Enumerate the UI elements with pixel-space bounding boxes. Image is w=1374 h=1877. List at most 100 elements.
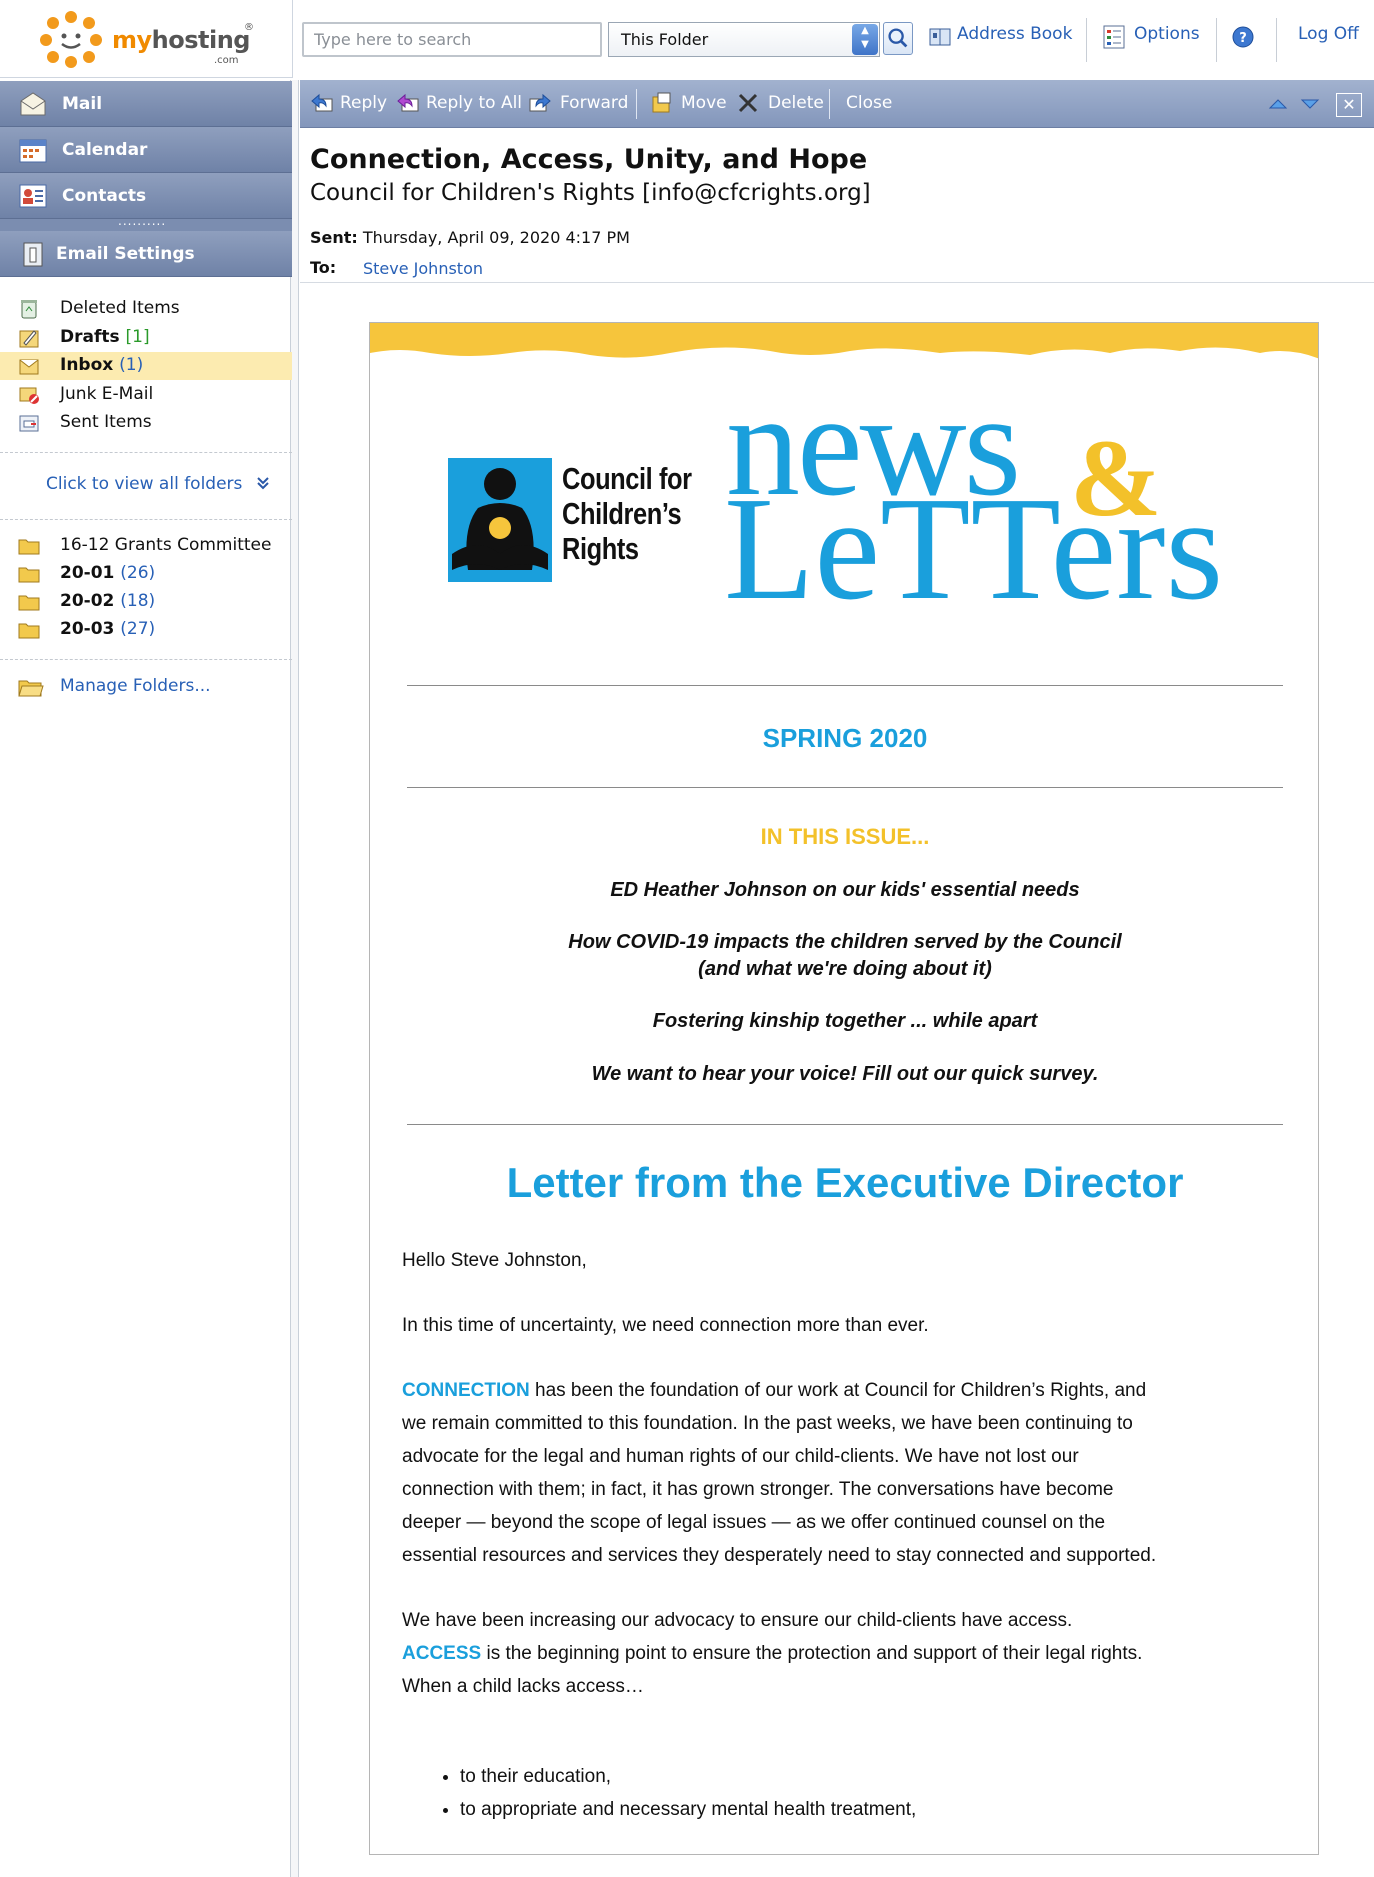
folder-icon bbox=[18, 567, 40, 583]
nav-calendar[interactable]: Calendar bbox=[0, 127, 292, 173]
view-all-folders-link[interactable]: Click to view all folders bbox=[46, 474, 270, 494]
reply-all-button[interactable]: Reply to All bbox=[426, 93, 522, 113]
folder-label: 16-12 Grants Committee bbox=[60, 535, 272, 555]
list-item: to appropriate and necessary mental heal… bbox=[460, 1793, 916, 1826]
options-link[interactable]: Options bbox=[1134, 24, 1200, 44]
issue-item[interactable]: How COVID-19 impacts the children served… bbox=[370, 929, 1318, 956]
folder-16-12-grants[interactable]: 16-12 Grants Committee bbox=[0, 532, 292, 560]
issue-item[interactable]: ED Heather Johnson on our kids' essentia… bbox=[370, 877, 1318, 904]
folder-icon bbox=[18, 539, 40, 555]
view-all-label: Click to view all folders bbox=[46, 474, 243, 494]
top-bar: myhosting ® .com This Folder ▲▼ Address … bbox=[0, 0, 1374, 80]
contacts-icon bbox=[19, 184, 47, 208]
folder-label: 20-01 (26) bbox=[60, 563, 156, 583]
sent-line: Sent: Thursday, April 09, 2020 4:17 PM bbox=[310, 228, 630, 247]
message-from: Council for Children's Rights [info@cfcr… bbox=[310, 180, 871, 206]
bullet-list: to their education, to appropriate and n… bbox=[402, 1760, 916, 1826]
divider bbox=[0, 659, 292, 660]
forward-button[interactable]: Forward bbox=[560, 93, 628, 113]
divider bbox=[1086, 18, 1087, 62]
reply-button[interactable]: Reply bbox=[340, 93, 387, 113]
reply-icon bbox=[311, 93, 333, 112]
keyword-access: ACCESS bbox=[402, 1643, 482, 1664]
search-input[interactable] bbox=[302, 22, 602, 57]
search-scope-value: This Folder bbox=[621, 30, 709, 49]
folder-junk-email[interactable]: Junk E-Mail bbox=[0, 381, 292, 409]
folder-label: Drafts [1] bbox=[60, 327, 150, 347]
folder-label: Inbox (1) bbox=[60, 355, 144, 375]
delete-icon bbox=[738, 93, 758, 113]
drafts-icon bbox=[19, 330, 39, 348]
next-message-icon[interactable] bbox=[1298, 92, 1322, 116]
paragraph: CONNECTION has been the foundation of ou… bbox=[402, 1380, 1157, 1566]
sent-value: Thursday, April 09, 2020 4:17 PM bbox=[362, 228, 630, 247]
letter-title: Letter from the Executive Director bbox=[506, 1159, 1184, 1206]
logoff-link[interactable]: Log Off bbox=[1298, 24, 1359, 44]
nav-resize-grip[interactable]: .......... bbox=[0, 214, 292, 231]
cfcr-logo-icon bbox=[448, 458, 552, 582]
help-icon[interactable]: ? bbox=[1231, 24, 1255, 50]
logo[interactable]: myhosting ® .com bbox=[0, 0, 293, 78]
move-icon bbox=[652, 92, 671, 113]
logo-flower-icon bbox=[40, 11, 102, 68]
divider bbox=[1216, 18, 1217, 62]
address-book-link[interactable]: Address Book bbox=[957, 24, 1072, 44]
newsletter-body: Council for Children’s Rights news & LeT… bbox=[369, 322, 1319, 1855]
svg-text:?: ? bbox=[1239, 31, 1247, 46]
logo-wordmark: myhosting bbox=[112, 26, 250, 54]
nav-mail-label: Mail bbox=[62, 94, 103, 114]
nav-contacts[interactable]: Contacts bbox=[0, 173, 292, 219]
nav-email-settings[interactable]: Email Settings bbox=[0, 231, 292, 277]
message-toolbar: Reply Reply to All Forward Move Delete C… bbox=[300, 80, 1374, 128]
folder-icon bbox=[18, 623, 40, 639]
masthead-letters: LeTTers bbox=[724, 467, 1224, 631]
folder-label: Sent Items bbox=[60, 412, 152, 432]
close-button[interactable]: Close bbox=[846, 93, 892, 113]
paragraph: We have been increasing our advocacy to … bbox=[402, 1610, 1143, 1697]
divider bbox=[407, 1124, 1283, 1125]
logo-registered-mark: ® bbox=[244, 22, 254, 33]
divider bbox=[0, 519, 292, 520]
folder-20-03[interactable]: 20-03 (27) bbox=[0, 616, 292, 644]
issue-item[interactable]: Fostering kinship together ... while apa… bbox=[370, 1008, 1318, 1035]
magnifier-icon bbox=[888, 28, 908, 48]
spinner-icon[interactable]: ▲ ▼ bbox=[852, 24, 878, 55]
move-button[interactable]: Move bbox=[681, 93, 727, 113]
folder-sent-items[interactable]: Sent Items bbox=[0, 409, 292, 437]
search-scope-select[interactable]: This Folder bbox=[608, 22, 880, 57]
divider bbox=[407, 685, 1283, 686]
in-this-issue-heading: IN THIS ISSUE... bbox=[760, 824, 930, 849]
reply-all-icon bbox=[397, 93, 419, 112]
nav-calendar-label: Calendar bbox=[62, 140, 148, 160]
yellow-wave-banner bbox=[370, 323, 1318, 359]
close-icon[interactable]: ✕ bbox=[1336, 93, 1362, 117]
issue-item-continued[interactable]: (and what we're doing about it) bbox=[370, 956, 1318, 983]
list-item: to their education, bbox=[460, 1760, 916, 1793]
divider bbox=[407, 787, 1283, 788]
divider bbox=[829, 89, 830, 119]
folder-drafts[interactable]: Drafts [1] bbox=[0, 324, 292, 352]
manage-folders-link[interactable]: Manage Folders... bbox=[60, 676, 211, 696]
delete-button[interactable]: Delete bbox=[768, 93, 824, 113]
mail-icon bbox=[20, 92, 46, 116]
folder-icon bbox=[18, 595, 40, 611]
folder-label: Junk E-Mail bbox=[60, 384, 154, 404]
search-button[interactable] bbox=[883, 22, 913, 55]
nav-contacts-label: Contacts bbox=[62, 186, 147, 206]
issue-item[interactable]: We want to hear your voice! Fill out our… bbox=[370, 1061, 1318, 1088]
logo-domain: .com bbox=[214, 55, 239, 66]
paragraph: In this time of uncertainty, we need con… bbox=[402, 1315, 929, 1336]
divider bbox=[0, 452, 292, 453]
folder-20-02[interactable]: 20-02 (18) bbox=[0, 588, 292, 616]
previous-message-icon[interactable] bbox=[1266, 92, 1290, 116]
forward-icon bbox=[529, 93, 551, 112]
divider bbox=[300, 282, 1374, 283]
folder-inbox[interactable]: Inbox (1) bbox=[0, 352, 292, 380]
calendar-icon bbox=[19, 139, 47, 163]
issue-season: SPRING 2020 bbox=[762, 723, 928, 753]
to-label: To: bbox=[310, 258, 337, 277]
folder-deleted-items[interactable]: Deleted Items bbox=[0, 295, 292, 323]
folder-20-01[interactable]: 20-01 (26) bbox=[0, 560, 292, 588]
nav-mail[interactable]: Mail bbox=[0, 81, 292, 127]
recipient-link[interactable]: Steve Johnston bbox=[363, 259, 483, 278]
